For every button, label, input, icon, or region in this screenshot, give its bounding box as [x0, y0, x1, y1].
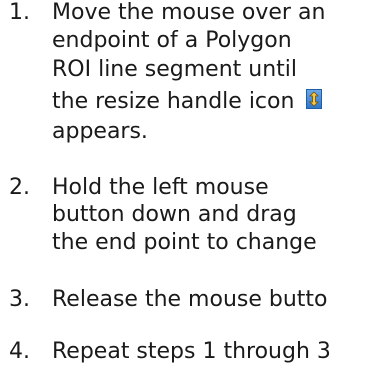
step-text-line: appears.: [52, 119, 148, 144]
instruction-steps: 1. Move the mouse over an endpoint of a …: [0, 0, 366, 379]
step-text-line: the resize handle icon: [52, 89, 295, 114]
step-number: 2.: [9, 175, 30, 200]
step-text-line: ROI line segment until: [52, 57, 298, 82]
step-text-line: button down and drag: [52, 202, 297, 227]
step-text-line: Move the mouse over an: [52, 0, 326, 25]
step-number: 4.: [9, 339, 30, 364]
step-text-line: endpoint of a Polygon: [52, 28, 292, 53]
step-text-line-with-icon: the resize handle icon: [52, 88, 323, 116]
step-text-line: Release the mouse butto: [52, 287, 328, 312]
step-number: 1.: [9, 0, 30, 25]
step-text-line: the end point to change: [52, 230, 317, 255]
step-text-line: Repeat steps 1 through 3: [52, 339, 331, 364]
resize-handle-icon: [306, 89, 323, 109]
step-number: 3.: [9, 287, 30, 312]
step-text-line: Hold the left mouse: [52, 175, 269, 200]
